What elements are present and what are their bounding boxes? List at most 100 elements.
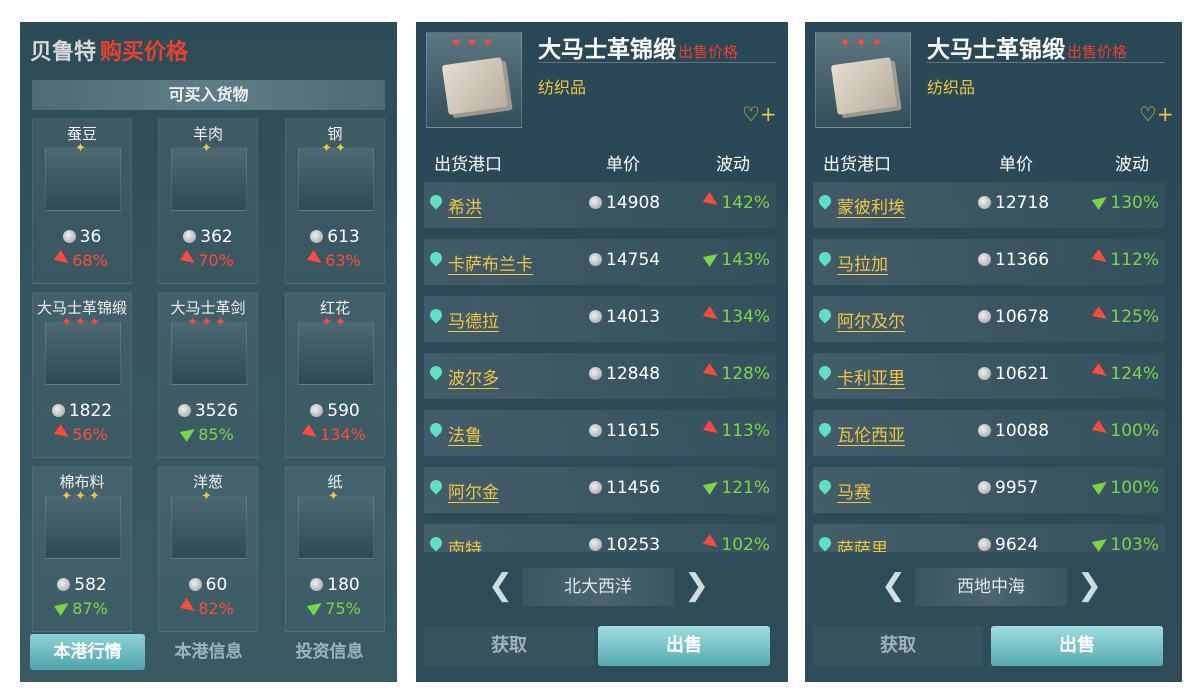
- port-price-list[interactable]: 蒙彼利埃 12718 130% 马拉加 11366 112% 阿尔及尔 10678 125% 卡利…: [813, 182, 1165, 552]
- location-pin-icon: [816, 477, 834, 495]
- port-link[interactable]: 马拉加: [837, 250, 888, 275]
- goods-card[interactable]: 棉布料 ✦✦✦ 582 87%: [32, 466, 132, 632]
- port-price-list[interactable]: 希洪 14908 142% 卡萨布兰卡 14754 143% 马德拉 14013 134% 波尔多…: [424, 182, 776, 552]
- change-percent: 128%: [721, 364, 770, 384]
- price-value: 14013: [606, 307, 661, 327]
- goods-card[interactable]: 大马士革剑 ✦✦✦ 3526 85%: [158, 292, 258, 458]
- price-value: 12848: [606, 364, 661, 384]
- chevron-left-icon[interactable]: ❮: [881, 568, 906, 606]
- item-name: 大马士革锦缎: [927, 37, 1065, 63]
- region-name: 西地中海: [915, 568, 1067, 606]
- trend-percent: 85%: [198, 425, 234, 444]
- price-value: 10621: [995, 364, 1050, 384]
- trend-percent: 68%: [72, 251, 108, 270]
- tab-investment-info[interactable]: 投资信息: [272, 634, 387, 670]
- trend-percent: 63%: [325, 251, 361, 270]
- trend-down-arrow-icon: [301, 424, 321, 442]
- port-link[interactable]: 卡萨布兰卡: [448, 250, 533, 275]
- port-link[interactable]: 萨萨里: [837, 535, 888, 552]
- port-row[interactable]: 萨萨里 9624 103%: [813, 524, 1165, 552]
- rarity-stars: ✦: [201, 489, 215, 504]
- port-link[interactable]: 阿尔金: [448, 478, 499, 503]
- port-link[interactable]: 瓦伦西亚: [837, 421, 905, 446]
- port-link[interactable]: 希洪: [448, 193, 482, 218]
- port-link[interactable]: 马德拉: [448, 307, 499, 332]
- col-header-port: 出货港口: [434, 155, 502, 175]
- port-row[interactable]: 马赛 9957 100%: [813, 467, 1165, 513]
- goods-price: 582: [33, 575, 131, 595]
- coin-icon: [177, 404, 191, 417]
- unit-price: 11615: [589, 421, 660, 441]
- buy-price-panel: 贝鲁特 购买价格 可买入货物 蚕豆 ✦ 36 68% 羊肉 ✦ 362 70% 钢 ✦✦ 613 63%…: [20, 22, 397, 682]
- port-link[interactable]: 阿尔及尔: [837, 307, 905, 332]
- trend-down-arrow-icon: [703, 192, 722, 210]
- price-value: 3526: [194, 401, 239, 421]
- chevron-left-icon[interactable]: ❮: [488, 568, 513, 606]
- change-percent: 113%: [721, 421, 770, 441]
- sell-button[interactable]: 出售: [598, 626, 770, 666]
- price-value: 10678: [995, 307, 1050, 327]
- sell-button[interactable]: 出售: [991, 626, 1163, 666]
- port-row[interactable]: 卡萨布兰卡 14754 143%: [424, 239, 776, 285]
- port-link[interactable]: 卡利亚里: [837, 364, 905, 389]
- location-pin-icon: [816, 249, 834, 267]
- col-header-change: 波动: [716, 155, 750, 175]
- price-value: 10088: [995, 421, 1050, 441]
- item-title: 大马士革锦缎 出售价格: [927, 30, 1127, 64]
- port-row[interactable]: 希洪 14908 142%: [424, 182, 776, 228]
- price-change: 130%: [1092, 192, 1159, 213]
- price-change: 125%: [1092, 306, 1159, 327]
- port-link[interactable]: 南特: [448, 535, 482, 552]
- trend-up-arrow-icon: [1092, 192, 1111, 210]
- goods-card[interactable]: 纸 ✦ 180 75%: [285, 466, 385, 632]
- port-row[interactable]: 阿尔金 11456 121%: [424, 467, 776, 513]
- item-name: 大马士革锦缎: [538, 37, 676, 63]
- fava-beans-bowl-icon: [45, 147, 121, 211]
- port-row[interactable]: 阿尔及尔 10678 125%: [813, 296, 1165, 342]
- price-change: 113%: [703, 420, 770, 441]
- tab-port-info[interactable]: 本港信息: [151, 634, 266, 670]
- port-row[interactable]: 法鲁 11615 113%: [424, 410, 776, 456]
- port-link[interactable]: 波尔多: [448, 364, 499, 389]
- acquire-button[interactable]: 获取: [813, 626, 983, 666]
- goods-card[interactable]: 羊肉 ✦ 362 70%: [158, 118, 258, 284]
- goods-price: 3526: [159, 401, 257, 421]
- port-row[interactable]: 波尔多 12848 128%: [424, 353, 776, 399]
- goods-card[interactable]: 洋葱 ✦ 60 82%: [158, 466, 258, 632]
- goods-card[interactable]: 红花 ✦✦ 590 134%: [285, 292, 385, 458]
- coin-icon: [310, 404, 324, 417]
- favorite-heart-icon[interactable]: ♡+: [1139, 102, 1174, 126]
- sell-price-panel-west-mediterranean: ✦✦✦ 大马士革锦缎 出售价格 纺织品 ♡+ 出货港口 单价 波动 蒙彼利埃 127…: [805, 22, 1182, 682]
- chevron-right-icon[interactable]: ❯: [684, 568, 709, 606]
- chevron-right-icon[interactable]: ❯: [1077, 568, 1102, 606]
- port-row[interactable]: 蒙彼利埃 12718 130%: [813, 182, 1165, 228]
- acquire-button[interactable]: 获取: [424, 626, 594, 666]
- port-link[interactable]: 法鲁: [448, 421, 482, 446]
- price-value: 60: [205, 575, 228, 595]
- port-row[interactable]: 瓦伦西亚 10088 100%: [813, 410, 1165, 456]
- tab-local-market[interactable]: 本港行情: [30, 634, 145, 670]
- goods-card[interactable]: 大马士革锦缎 ✦✦✦ 1822 56%: [32, 292, 132, 458]
- port-row[interactable]: 马德拉 14013 134%: [424, 296, 776, 342]
- price-value: 9957: [995, 478, 1039, 498]
- price-change: 124%: [1092, 363, 1159, 384]
- port-row[interactable]: 卡利亚里 10621 124%: [813, 353, 1165, 399]
- damascus-sword-icon: [171, 321, 247, 385]
- goods-card[interactable]: 蚕豆 ✦ 36 68%: [32, 118, 132, 284]
- port-link[interactable]: 马赛: [837, 478, 871, 503]
- item-thumbnail: ✦✦✦: [426, 32, 522, 128]
- goods-price: 362: [159, 227, 257, 247]
- price-change: 102%: [703, 534, 770, 552]
- title-divider: [538, 62, 776, 63]
- port-row[interactable]: 马拉加 11366 112%: [813, 239, 1165, 285]
- unit-price: 10621: [978, 364, 1049, 384]
- price-value: 1822: [68, 401, 113, 421]
- favorite-heart-icon[interactable]: ♡+: [742, 102, 777, 126]
- unit-price: 11366: [978, 250, 1049, 270]
- port-row[interactable]: 南特 10253 102%: [424, 524, 776, 552]
- goods-card[interactable]: 钢 ✦✦ 613 63%: [285, 118, 385, 284]
- safflower-icon: [298, 321, 374, 385]
- coin-icon: [978, 253, 991, 266]
- port-link[interactable]: 蒙彼利埃: [837, 193, 905, 218]
- rarity-stars: ✦: [201, 141, 215, 156]
